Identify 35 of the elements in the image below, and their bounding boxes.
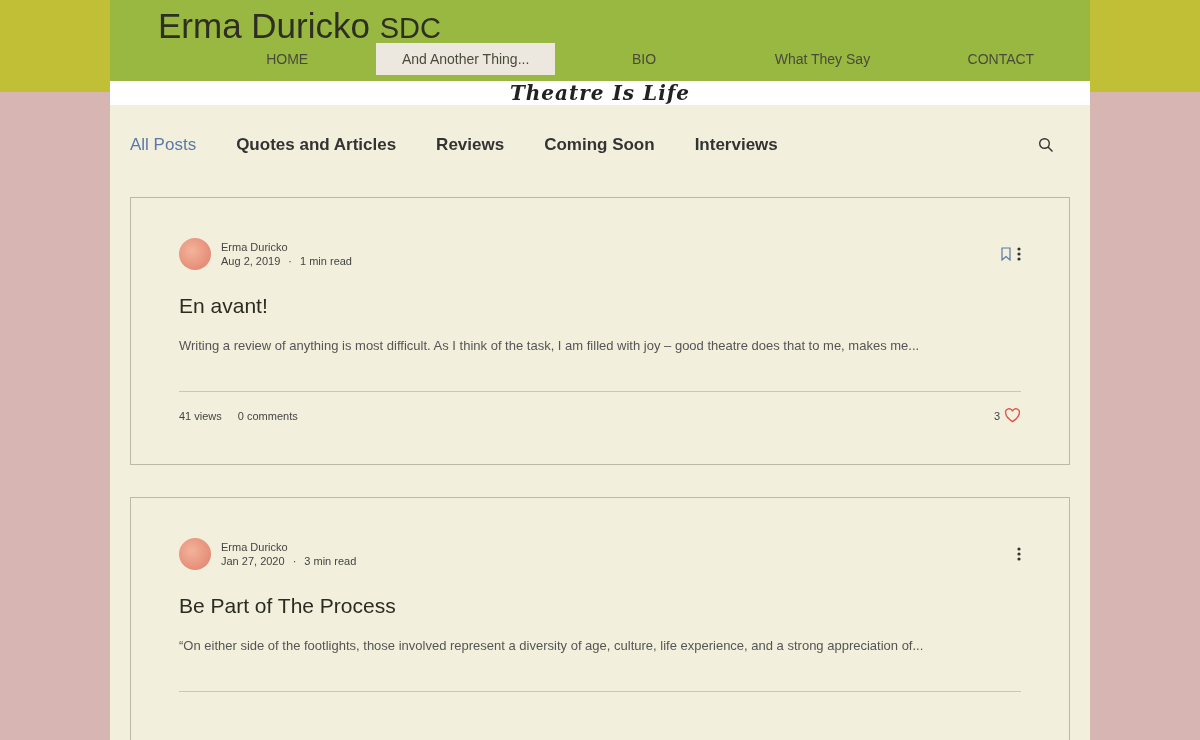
author-avatar <box>179 238 211 270</box>
read-time: 3 min read <box>304 555 357 567</box>
post-title[interactable]: Be Part of The Process <box>179 594 1021 618</box>
more-options-icon[interactable] <box>1017 247 1021 261</box>
nav-link[interactable]: HOME <box>198 43 377 75</box>
author-name[interactable]: Erma Duricko <box>221 541 357 553</box>
tagline: Theatre Is Life <box>509 81 691 105</box>
search-icon[interactable] <box>1038 137 1054 153</box>
more-options-icon[interactable] <box>1017 547 1021 561</box>
post-date: Jan 27, 2020 <box>221 555 285 567</box>
category-tab[interactable]: Reviews <box>436 135 505 155</box>
post-excerpt: Writing a review of anything is most difficult. As I think of the task, I am filled with joy – good theatre does that to me, makes me... <box>179 338 921 353</box>
post-date: Aug 2, 2019 <box>221 255 281 267</box>
category-tab[interactable]: Coming Soon <box>544 135 655 155</box>
post-title[interactable]: En avant! <box>179 294 1021 318</box>
bookmark-icon[interactable] <box>1001 247 1011 261</box>
like-count: 3 <box>993 409 1000 422</box>
view-count: 41 views <box>179 409 222 422</box>
nav-link[interactable]: What They Say <box>733 43 912 75</box>
nav-link[interactable]: CONTACT <box>911 43 1090 75</box>
category-tab[interactable]: All Posts <box>130 135 197 155</box>
post-card[interactable]: Erma Duricko Jan 27, 2020 · 3 min read Be Part of The Process “On either side of the footlights, those involved represent a diversity of age, culture, life experience, and a strong appreciation of... <box>130 497 1070 740</box>
read-time: 1 min read <box>300 255 352 267</box>
nav-link[interactable]: BIO <box>554 43 734 75</box>
heart-icon[interactable] <box>1004 408 1021 423</box>
post-excerpt: “On either side of the footlights, those involved represent a diversity of age, culture, life experience, and a strong appreciation of... <box>179 638 925 653</box>
author-avatar <box>179 538 211 570</box>
category-tab[interactable]: Interviews <box>694 135 778 155</box>
site-title: Erma Duricko SDC <box>158 8 442 43</box>
author-name[interactable]: Erma Duricko <box>221 241 352 253</box>
comment-count: 0 comments <box>237 409 298 422</box>
nav-link[interactable]: And Another Thing... <box>376 43 555 75</box>
dot-separator: · <box>292 555 297 567</box>
dot-separator: · <box>288 255 292 267</box>
category-tab[interactable]: Quotes and Articles <box>236 135 397 155</box>
